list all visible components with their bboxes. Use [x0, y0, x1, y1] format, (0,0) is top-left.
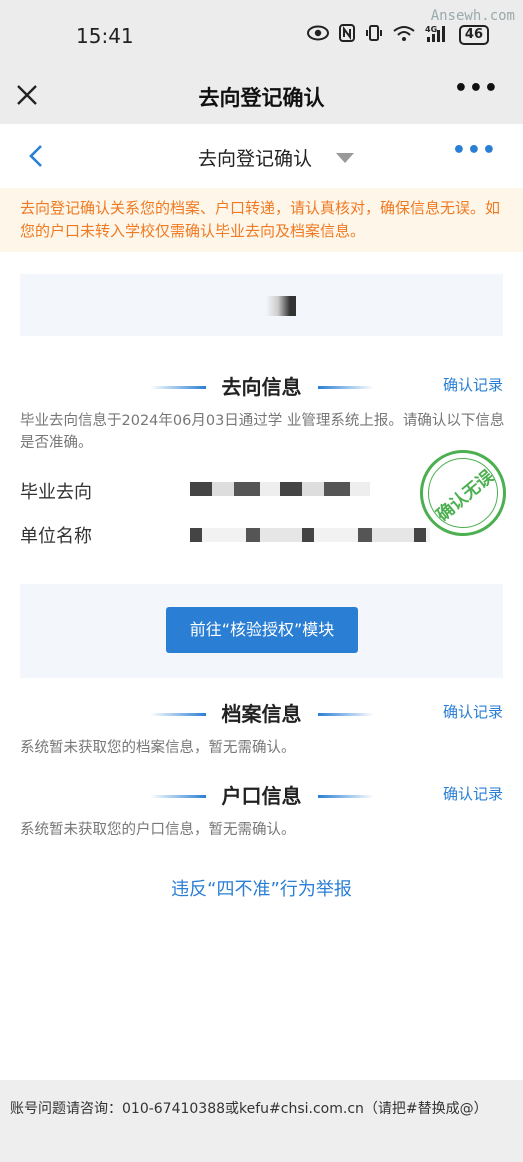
hukou-record-link[interactable]: 确认记录: [443, 783, 503, 804]
sub-title: 去向登记确认: [198, 148, 313, 170]
field-label-company: 单位名称: [20, 526, 92, 547]
verify-authorization-button[interactable]: 前往“核验授权”模块: [166, 607, 358, 653]
sub-more-icon[interactable]: •••: [452, 138, 497, 163]
divider-line: [318, 713, 374, 716]
divider-line: [318, 386, 374, 389]
archive-desc: 系统暂未获取您的档案信息，暂无需确认。: [20, 740, 296, 756]
footer: 账号问题请咨询：010-67410388或kefu#chsi.com.cn（请把…: [0, 1080, 523, 1162]
archive-section-header: 档案信息 确认记录: [0, 697, 523, 729]
sub-header: 去向登记确认 •••: [0, 124, 523, 186]
hukou-section-header: 户口信息 确认记录: [0, 779, 523, 811]
app-header: 去向登记确认 •••: [0, 70, 523, 124]
destination-record-link[interactable]: 确认记录: [443, 374, 503, 395]
hukou-desc: 系统暂未获取您的户口信息，暂无需确认。: [20, 822, 296, 838]
more-menu-icon[interactable]: •••: [454, 76, 499, 101]
page-title: 去向登记确认: [198, 86, 325, 110]
battery-icon: 46: [458, 25, 489, 45]
blurred-destination-value: [190, 482, 370, 496]
destination-section-header: 去向信息 确认记录: [0, 370, 523, 402]
footer-contact-text: 账号问题请咨询：010-67410388或kefu#chsi.com.cn（请把…: [10, 1101, 488, 1117]
notice-banner: 去向登记确认关系您的档案、户口转递，请认真核对，确保信息无误。如您的户口未转入学…: [0, 188, 523, 252]
signal-4g-icon: 4G: [425, 24, 449, 46]
status-time: 15:41: [76, 24, 134, 48]
nfc-icon: [338, 24, 355, 46]
verify-card: 前往“核验授权”模块: [20, 584, 503, 678]
user-card: [20, 274, 503, 336]
blurred-name: [266, 296, 296, 316]
watermark: Ansewh.com: [430, 8, 515, 24]
eye-icon: [306, 25, 329, 45]
divider-line: [318, 795, 374, 798]
blurred-company-value: [190, 528, 430, 542]
back-icon[interactable]: [28, 144, 44, 168]
status-icons: 4G 46: [306, 24, 489, 46]
archive-record-link[interactable]: 确认记录: [443, 701, 503, 722]
wifi-icon: [393, 25, 415, 45]
status-bar: 15:41 Ansewh.com 4G 46: [0, 0, 523, 70]
field-label-destination: 毕业去向: [20, 482, 92, 503]
dropdown-icon[interactable]: [336, 153, 354, 163]
destination-desc: 毕业去向信息于2024年06月03日通过学 业管理系统上报。请确认以下信息是否准…: [20, 413, 505, 451]
report-violation-link[interactable]: 违反“四不准”行为举报: [0, 875, 523, 901]
svg-text:4G: 4G: [425, 25, 437, 34]
vibrate-icon: [365, 24, 383, 46]
